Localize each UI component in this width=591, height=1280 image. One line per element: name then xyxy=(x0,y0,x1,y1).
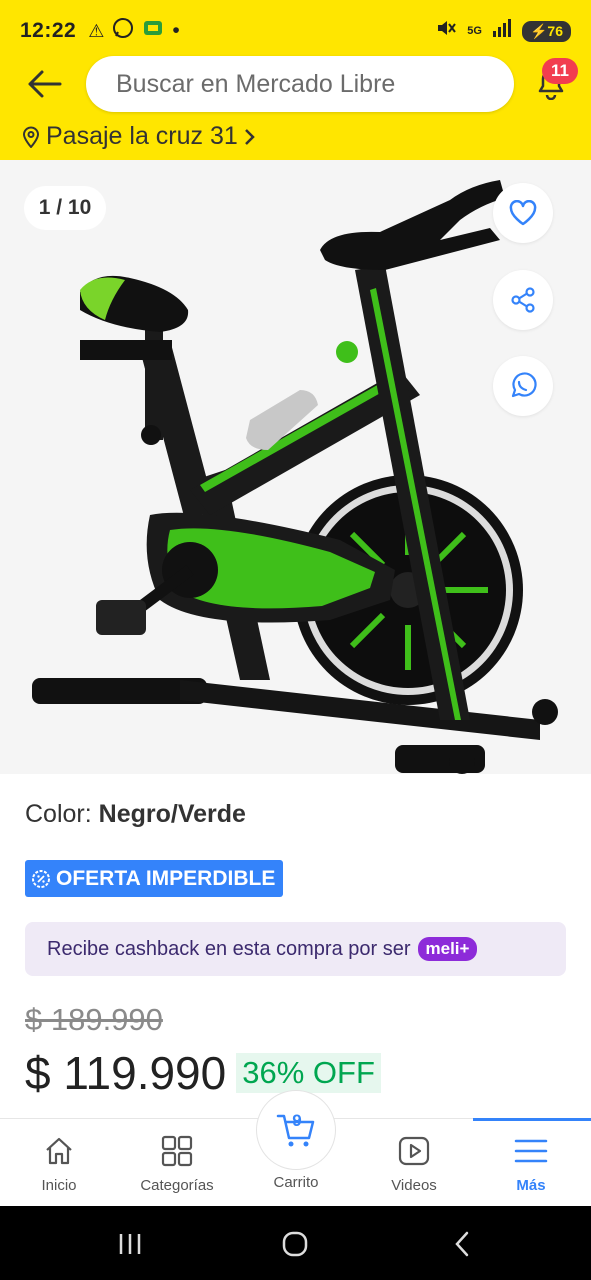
status-notification-icons: ⚠ • xyxy=(88,17,180,45)
product-image[interactable] xyxy=(0,160,591,774)
color-variant: Color: Negro/Verde xyxy=(25,800,246,829)
whatsapp-share-button[interactable] xyxy=(493,356,553,416)
home-icon xyxy=(46,1137,72,1165)
status-right: 5G ⚡76 xyxy=(435,17,571,45)
whatsapp-status-icon xyxy=(112,17,134,45)
chevron-left-icon xyxy=(455,1231,469,1257)
original-price: $ 189.990 xyxy=(25,1002,163,1037)
dot-icon: • xyxy=(172,19,180,42)
deal-badge-label: OFERTA IMPERDIBLE xyxy=(56,866,276,890)
battery-level: 76 xyxy=(547,22,563,39)
address-selector[interactable]: Pasaje la cruz 31 xyxy=(22,122,256,151)
nav-label-videos: Videos xyxy=(391,1177,437,1194)
color-value: Negro/Verde xyxy=(98,800,246,828)
status-time: 12:22 xyxy=(20,19,77,42)
nav-label-categories: Categorías xyxy=(140,1177,214,1194)
system-back-button[interactable] xyxy=(442,1224,482,1264)
product-gallery[interactable]: 1 / 10 xyxy=(0,160,591,774)
product-page: 12:22 ⚠ • 5G ⚡76 Buscar en Mercado Libre… xyxy=(0,0,591,1280)
nav-item-cart[interactable]: 9 xyxy=(256,1090,336,1170)
battery-indicator: ⚡76 xyxy=(521,20,571,42)
share-icon xyxy=(511,287,535,313)
mute-icon xyxy=(435,17,457,45)
header: Buscar en Mercado Libre 11 Pasaje la cru… xyxy=(0,56,591,160)
arrow-left-icon xyxy=(28,70,62,98)
nav-item-home[interactable]: Inicio xyxy=(29,1119,89,1207)
signal-icon xyxy=(492,19,512,43)
current-price: $ 119.990 xyxy=(25,1047,227,1099)
favorite-button[interactable] xyxy=(493,183,553,243)
cashback-banner[interactable]: Recibe cashback en esta compra por ser m… xyxy=(25,922,566,976)
network-type: 5G xyxy=(467,25,482,37)
deal-badge: OFERTA IMPERDIBLE xyxy=(25,860,284,897)
price-row: $ 119.990 36% OFF xyxy=(25,1046,381,1100)
discount-label: 36% OFF xyxy=(236,1053,381,1093)
location-pin-icon xyxy=(22,126,40,148)
cashback-text: Recibe cashback en esta compra por ser xyxy=(47,937,411,960)
menu-icon xyxy=(514,1139,548,1163)
address-text: Pasaje la cruz 31 xyxy=(46,122,238,150)
nav-label-home: Inicio xyxy=(41,1177,77,1194)
nav-item-categories[interactable]: Categorías xyxy=(132,1119,222,1207)
chevron-right-icon xyxy=(244,128,255,145)
notification-badge: 11 xyxy=(542,58,578,84)
search-placeholder: Buscar en Mercado Libre xyxy=(116,69,396,98)
nav-item-videos[interactable]: Videos xyxy=(383,1119,445,1207)
warning-icon: ⚠ xyxy=(88,20,105,41)
recent-apps-icon xyxy=(119,1234,141,1254)
android-navigation-bar xyxy=(0,1206,591,1280)
recent-apps-button[interactable] xyxy=(110,1224,150,1264)
play-icon xyxy=(398,1136,430,1166)
search-input[interactable]: Buscar en Mercado Libre xyxy=(86,56,514,112)
gallery-counter: 1 / 10 xyxy=(24,186,106,230)
heart-icon xyxy=(509,200,537,226)
home-button[interactable] xyxy=(275,1224,315,1264)
back-button[interactable] xyxy=(24,64,64,104)
nav-label-cart: Carrito xyxy=(273,1174,319,1191)
circle-home-icon xyxy=(282,1231,308,1257)
color-label: Color: xyxy=(25,800,92,828)
grid-icon xyxy=(161,1135,193,1167)
whatsapp-icon xyxy=(511,372,537,398)
app-status-icon xyxy=(142,17,164,45)
nav-label-more: Más xyxy=(516,1177,546,1194)
share-button[interactable] xyxy=(493,270,553,330)
meli-plus-logo: meli+ xyxy=(417,937,478,961)
status-bar: 12:22 ⚠ • 5G ⚡76 xyxy=(0,0,591,62)
nav-item-more[interactable]: Más xyxy=(500,1119,562,1207)
discount-seal-icon xyxy=(32,869,50,888)
cart-count: 9 xyxy=(292,1111,302,1130)
